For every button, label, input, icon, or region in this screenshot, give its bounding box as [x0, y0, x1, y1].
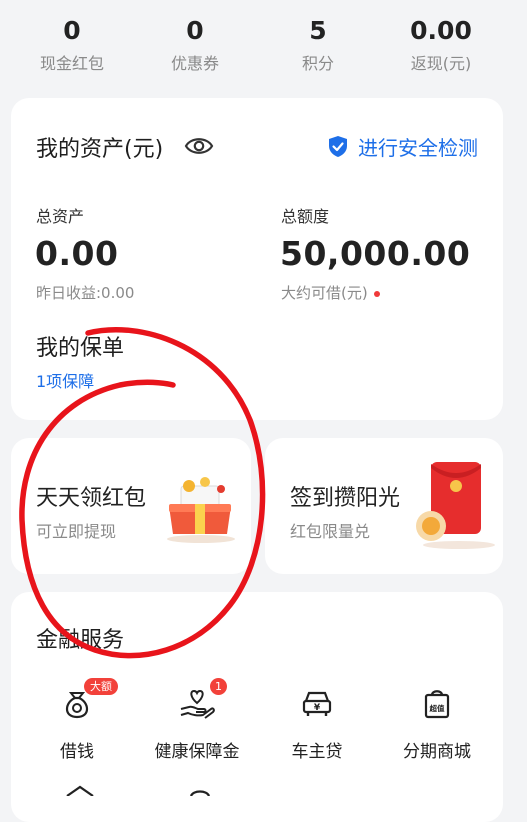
red-dot-icon: [373, 290, 380, 297]
finance-services-card: 金融服务 大额 借钱 1 健康保障金 ¥ 车主贷 超值 分期商城: [11, 592, 503, 822]
service-health-protection[interactable]: 1 健康保障金: [142, 678, 252, 762]
stat-points[interactable]: 5 积分: [253, 14, 383, 74]
value-glyph: 超值: [429, 703, 445, 713]
assets-title: 我的资产(元): [36, 137, 164, 162]
assets-card: 我的资产(元) 进行安全检测 总资产 0.00 昨日收益:0.00 总额度 50…: [11, 98, 503, 420]
daily-red-packet-card[interactable]: 天天领红包 可立即提现: [11, 438, 251, 574]
credit-value[interactable]: 50,000.00: [280, 234, 470, 273]
security-check-label: 进行安全检测: [358, 136, 478, 160]
finance-title: 金融服务: [36, 628, 125, 653]
service-label: 借钱: [60, 742, 94, 762]
promo-subtitle: 可立即提现: [36, 522, 117, 541]
service-label: 分期商城: [403, 742, 471, 762]
stat-cash-red-packet[interactable]: 0 现金红包: [7, 14, 137, 74]
service-installment-mall[interactable]: 超值 分期商城: [382, 684, 492, 762]
stat-value: 0: [186, 16, 204, 45]
stat-cashback[interactable]: 0.00 返现(元): [376, 14, 506, 74]
stat-label: 优惠券: [170, 54, 219, 73]
service-car-loan[interactable]: ¥ 车主贷: [262, 684, 372, 762]
promo-title: 天天领红包: [36, 486, 147, 511]
security-check-link[interactable]: 进行安全检测: [328, 132, 478, 161]
promo-title: 签到攒阳光: [290, 486, 401, 511]
stat-label: 积分: [301, 54, 334, 73]
stat-value: 0: [63, 16, 81, 45]
notification-badge: 1: [210, 678, 227, 695]
policy-title[interactable]: 我的保单: [36, 330, 124, 362]
stat-value: 5: [309, 16, 327, 45]
total-assets-label: 总资产: [36, 207, 85, 226]
sign-in-sunshine-card[interactable]: 签到攒阳光 红包限量兑: [265, 438, 503, 574]
borrowable-hint: 大约可借(元): [281, 282, 380, 303]
yuan-glyph: ¥: [314, 703, 321, 713]
borrowable-label: 大约可借(元): [281, 284, 368, 302]
policy-coverage-link[interactable]: 1项保障: [36, 368, 94, 392]
yesterday-income: 昨日收益:0.00: [36, 284, 135, 302]
stat-coupons[interactable]: 0 优惠券: [130, 14, 260, 74]
stat-label: 现金红包: [39, 54, 104, 73]
eye-icon[interactable]: [184, 134, 214, 158]
shopping-bag-icon: 超值: [424, 690, 450, 719]
service-label: 健康保障金: [154, 742, 240, 762]
heart-hand-icon: [180, 689, 215, 719]
promo-subtitle: 红包限量兑: [290, 522, 371, 541]
gift-box-icon: [167, 477, 235, 543]
total-assets-value: 0.00: [35, 234, 119, 273]
stat-value: 0.00: [410, 16, 472, 45]
credit-label: 总额度: [281, 207, 330, 226]
service-label: 车主贷: [291, 742, 343, 762]
service-borrow[interactable]: 大额 借钱: [22, 678, 132, 762]
car-loan-icon: ¥: [302, 691, 332, 716]
hexagon-icon: [66, 785, 94, 796]
badge-large-amount: 大额: [84, 678, 118, 695]
stat-label: 返现(元): [410, 54, 472, 73]
red-envelope-icon: [416, 462, 495, 549]
stats-bar: 0 现金红包 0 优惠券 5 积分 0.00 返现(元): [0, 0, 527, 90]
shield-icon: [329, 136, 347, 157]
circle-icon: [189, 790, 211, 796]
